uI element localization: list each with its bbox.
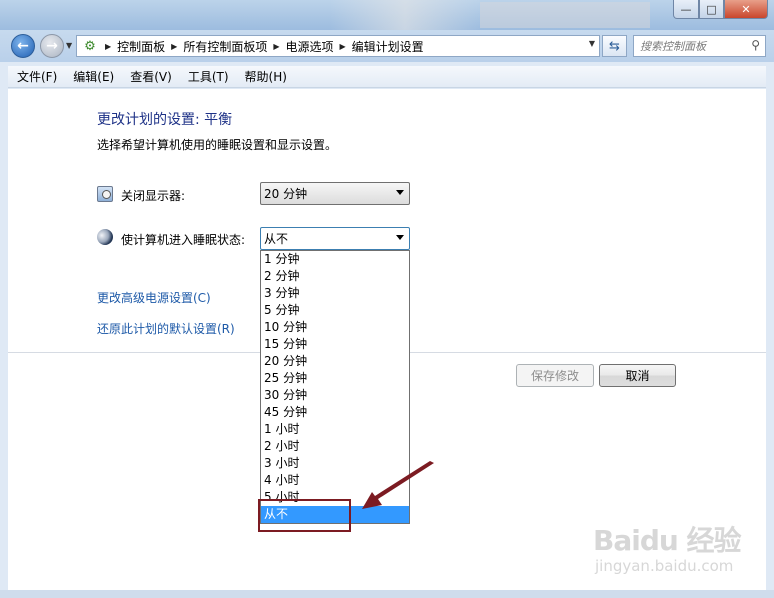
- recent-pages-dropdown[interactable]: ▼: [66, 41, 72, 50]
- annotation-arrow-icon: [362, 461, 434, 509]
- sleep-option[interactable]: 1 分钟: [261, 251, 409, 268]
- sleep-option[interactable]: 3 分钟: [261, 285, 409, 302]
- chevron-right-icon[interactable]: ▶: [105, 42, 111, 51]
- forward-button[interactable]: →: [40, 34, 64, 58]
- menu-view[interactable]: 查看(V): [121, 68, 179, 85]
- control-panel-icon: ⚙: [84, 38, 96, 54]
- menu-help[interactable]: 帮助(H): [236, 68, 294, 85]
- background-blur: [480, 2, 650, 28]
- baidu-watermark: Baidu 经验 jingyan.baidu.com: [593, 519, 742, 575]
- sleep-option[interactable]: 15 分钟: [261, 336, 409, 353]
- sleep-option[interactable]: 25 分钟: [261, 370, 409, 387]
- minimize-button[interactable]: —: [673, 0, 699, 19]
- restore-defaults-link[interactable]: 还原此计划的默认设置(R): [97, 320, 235, 337]
- sleep-option[interactable]: 5 分钟: [261, 302, 409, 319]
- sleep-option[interactable]: 2 小时: [261, 438, 409, 455]
- save-button[interactable]: 保存修改: [516, 364, 594, 387]
- address-bar[interactable]: ⚙ ▶ 控制面板 ▶ 所有控制面板项 ▶ 电源选项 ▶ 编辑计划设置 ▼: [76, 35, 600, 57]
- menu-tools[interactable]: 工具(T): [179, 68, 236, 85]
- page-title: 更改计划的设置: 平衡: [97, 112, 233, 128]
- watermark-url: jingyan.baidu.com: [595, 557, 734, 575]
- refresh-button[interactable]: ⇆: [602, 35, 627, 57]
- menu-file[interactable]: 文件(F): [8, 68, 64, 85]
- arrow-right-icon: →: [46, 38, 58, 54]
- monitor-clock-icon: [97, 186, 113, 202]
- breadcrumb-all-items[interactable]: 所有控制面板项: [183, 38, 267, 55]
- sleep-option[interactable]: 1 小时: [261, 421, 409, 438]
- sleep-select[interactable]: 从不: [260, 227, 410, 250]
- sleep-option[interactable]: 10 分钟: [261, 319, 409, 336]
- sleep-option[interactable]: 45 分钟: [261, 404, 409, 421]
- annotation-highlight-box: [258, 499, 351, 532]
- sleep-option[interactable]: 20 分钟: [261, 353, 409, 370]
- refresh-icon: ⇆: [609, 38, 620, 54]
- back-button[interactable]: ←: [11, 34, 35, 58]
- maximize-button[interactable]: □: [699, 0, 724, 19]
- sleep-label: 使计算机进入睡眠状态:: [121, 233, 246, 247]
- search-box[interactable]: ⚲: [633, 35, 766, 57]
- window-controls: — □ ✕: [673, 0, 768, 19]
- display-off-label: 关闭显示器:: [121, 189, 186, 203]
- cancel-button[interactable]: 取消: [599, 364, 676, 387]
- chevron-down-icon[interactable]: ▼: [589, 39, 595, 48]
- window-bottom-border: [0, 590, 774, 598]
- chevron-right-icon[interactable]: ▶: [171, 42, 177, 51]
- menu-bar: 文件(F) 编辑(E) 查看(V) 工具(T) 帮助(H): [8, 66, 766, 88]
- chevron-right-icon[interactable]: ▶: [340, 42, 346, 51]
- title-bar: — □ ✕: [0, 0, 774, 30]
- page-subtitle: 选择希望计算机使用的睡眠设置和显示设置。: [97, 138, 338, 152]
- display-off-select[interactable]: 20 分钟: [260, 182, 410, 205]
- background-blur: [330, 0, 480, 30]
- breadcrumb-control-panel[interactable]: 控制面板: [117, 38, 165, 55]
- chevron-right-icon[interactable]: ▶: [273, 42, 279, 51]
- search-input[interactable]: [640, 36, 745, 56]
- content-pane: 更改计划的设置: 平衡 选择希望计算机使用的睡眠设置和显示设置。 关闭显示器: …: [8, 89, 766, 598]
- close-button[interactable]: ✕: [724, 0, 768, 19]
- search-icon[interactable]: ⚲: [751, 38, 760, 52]
- sleep-option[interactable]: 2 分钟: [261, 268, 409, 285]
- chevron-down-icon: [396, 235, 404, 240]
- arrow-left-icon: ←: [17, 38, 29, 54]
- moon-icon: [97, 229, 113, 245]
- watermark-logo: Baidu 经验: [593, 524, 742, 557]
- display-off-value: 20 分钟: [264, 187, 308, 201]
- sleep-option[interactable]: 30 分钟: [261, 387, 409, 404]
- chevron-down-icon: [396, 190, 404, 195]
- advanced-settings-link[interactable]: 更改高级电源设置(C): [97, 289, 211, 306]
- navigation-bar: ← → ▼ ⚙ ▶ 控制面板 ▶ 所有控制面板项 ▶ 电源选项 ▶ 编辑计划设置…: [0, 30, 774, 62]
- menu-edit[interactable]: 编辑(E): [64, 68, 121, 85]
- breadcrumb-power-options[interactable]: 电源选项: [286, 38, 334, 55]
- sleep-value: 从不: [264, 232, 289, 246]
- breadcrumb-edit-plan[interactable]: 编辑计划设置: [352, 38, 424, 55]
